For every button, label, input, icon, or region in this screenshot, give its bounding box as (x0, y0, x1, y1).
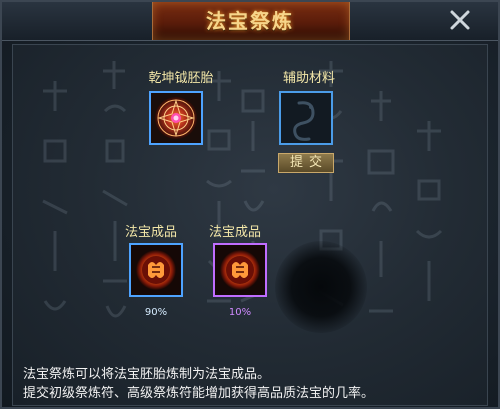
product-rate-1: 90% (144, 307, 168, 318)
background-script-icon (206, 71, 232, 303)
submit-button[interactable]: 提交 (278, 153, 334, 173)
product-rate-2: 10% (228, 307, 252, 318)
window-title: 法宝祭炼 (206, 9, 294, 33)
close-icon (450, 10, 470, 30)
flame-medallion-icon (215, 245, 265, 295)
scroll-dragon-icon (281, 93, 331, 143)
magic-circle-icon (151, 93, 201, 143)
close-button[interactable] (448, 8, 472, 32)
background-script-icon (367, 91, 395, 313)
aux-material-slot[interactable] (279, 91, 333, 145)
description-line-1: 法宝祭炼可以将法宝胚胎炼制为法宝成品。 (23, 367, 271, 382)
flame-medallion-icon (131, 245, 181, 295)
background-script-icon (240, 89, 266, 303)
product-slot-1[interactable] (129, 243, 183, 297)
refine-treasure-window: 法宝祭炼 乾坤钺胚胎 辅助材料 提交 法宝成品 90% 法宝成品 10% 法宝祭… (0, 0, 500, 409)
background-script-icon (415, 121, 443, 301)
aux-slot-label: 辅助材料 (282, 71, 335, 86)
ink-blot (275, 241, 367, 333)
product-slot-2[interactable] (213, 243, 267, 297)
product-label-2: 法宝成品 (208, 225, 261, 240)
background-script-icon (42, 81, 68, 311)
embryo-slot[interactable] (149, 91, 203, 145)
product-label-1: 法宝成品 (124, 225, 177, 240)
embryo-slot-label: 乾坤钺胚胎 (148, 71, 214, 86)
content-panel: 乾坤钺胚胎 辅助材料 提交 法宝成品 90% 法宝成品 10% 法宝祭炼可以将法… (12, 44, 488, 406)
description-line-2: 提交初级祭炼符、高级祭炼符能增加获得高品质法宝的几率。 (23, 386, 375, 401)
background-script-icon (102, 61, 128, 318)
